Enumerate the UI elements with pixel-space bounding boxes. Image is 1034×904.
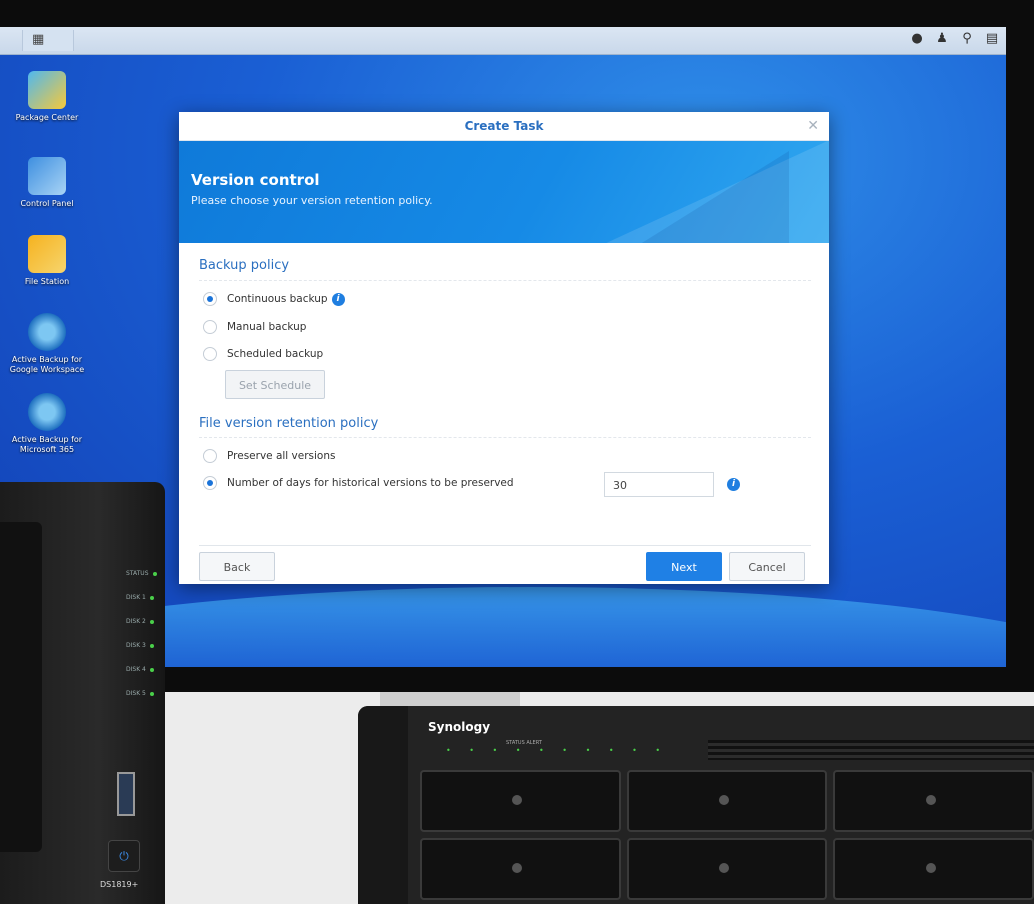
create-task-dialog: Create Task ✕ Version control Please cho… [179,112,829,584]
user-icon[interactable]: ♟ [934,30,950,48]
radio-button[interactable] [203,347,217,361]
active-backup-google-icon [28,313,66,351]
led-disk-5: DISK 5 [126,690,154,697]
widgets-icon[interactable]: ▤ [984,30,1000,48]
led-disk-4: DISK 4 [126,666,154,673]
radio-button[interactable] [203,320,217,334]
drive-tray [420,770,621,832]
radio-label: Scheduled backup [227,348,324,360]
led-disk-2: DISK 2 [126,618,154,625]
radio-label: Number of days for historical versions t… [227,477,514,489]
footer-divider [199,545,811,546]
retention-policy-heading: File version retention policy [199,416,379,431]
desktop-icon-active-backup-google[interactable]: Active Backup for Google Workspace [2,313,92,375]
info-icon[interactable]: i [331,292,345,306]
radio-days-retention[interactable]: Number of days for historical versions t… [203,476,514,490]
drive-tray [833,770,1034,832]
close-icon[interactable]: ✕ [807,112,819,140]
rack-led-row: • • • • • • • • • • [446,746,669,755]
radio-manual-backup[interactable]: Manual backup [203,320,306,334]
retention-days-input[interactable]: 30 [604,472,714,497]
radio-preserve-all[interactable]: Preserve all versions [203,449,336,463]
drive-tray [626,770,828,832]
active-backup-m365-icon [28,393,66,431]
desktop-icon-file-station[interactable]: File Station [2,235,92,287]
cancel-button[interactable]: Cancel [729,552,805,581]
rack-ear [358,706,408,904]
desktop-icon-label: File Station [24,277,70,286]
back-button[interactable]: Back [199,552,275,581]
desktop-icon-active-backup-m365[interactable]: Active Backup for Microsoft 365 [2,393,92,455]
step-subtitle: Please choose your version retention pol… [191,194,433,207]
radio-label: Continuous backup [227,293,328,305]
desktop-icon-label: Active Backup for Microsoft 365 [11,435,83,454]
info-icon[interactable]: i [727,478,740,491]
radio-button[interactable] [203,449,217,463]
set-schedule-button[interactable]: Set Schedule [225,370,325,399]
divider [199,280,811,281]
file-station-icon [28,235,66,273]
backup-policy-heading: Backup policy [199,258,290,273]
rack-nas: Synology STATUS ALERT • • • • • • • • • … [358,706,1034,904]
divider [199,437,811,438]
wizard-banner: Version control Please choose your versi… [179,141,829,243]
dialog-title: Create Task [464,119,544,133]
tower-model-label: DS1819+ [100,880,139,889]
radio-label: Preserve all versions [227,450,336,462]
taskbar: ▦ ● ♟ ⚲ ▤ [0,27,1006,55]
led-status: STATUS [126,570,157,577]
radio-label: Manual backup [227,321,307,333]
desktop-icon-label: Control Panel [20,199,74,208]
drive-tray [626,838,828,900]
banner-decoration [629,151,789,243]
led-disk-3: DISK 3 [126,642,154,649]
control-panel-icon [28,157,66,195]
power-icon: ⏻ [108,840,140,872]
radio-continuous-backup[interactable]: Continuous backup i [203,292,345,306]
dialog-title-bar: Create Task ✕ [179,112,829,141]
radio-scheduled-backup[interactable]: Scheduled backup [203,347,323,361]
desktop-icon-label: Package Center [15,113,79,122]
desktop-icon-label: Active Backup for Google Workspace [9,355,85,374]
usb-port-icon [117,772,135,816]
rack-drive-bays [420,770,1034,900]
drive-bay-door [0,522,42,852]
radio-button-selected[interactable] [203,292,217,306]
taskbar-tray: ● ♟ ⚲ ▤ [909,30,1000,48]
package-center-icon [28,71,66,109]
next-button[interactable]: Next [646,552,722,581]
search-icon[interactable]: ⚲ [959,30,975,48]
desktop-icon-package-center[interactable]: Package Center [2,71,92,123]
radio-button-selected[interactable] [203,476,217,490]
rack-brand-logo: Synology [428,720,491,734]
step-title: Version control [191,171,320,189]
tower-nas: STATUS DISK 1 DISK 2 DISK 3 DISK 4 DISK … [0,482,165,904]
grid-icon: ▦ [32,32,45,47]
drive-tray [833,838,1034,900]
desktop-icon-control-panel[interactable]: Control Panel [2,157,92,209]
led-disk-1: DISK 1 [126,594,154,601]
rack-vents [708,740,1034,760]
drive-tray [420,838,621,900]
main-menu-button[interactable]: ▦ [22,30,74,51]
notification-icon[interactable]: ● [909,30,925,48]
